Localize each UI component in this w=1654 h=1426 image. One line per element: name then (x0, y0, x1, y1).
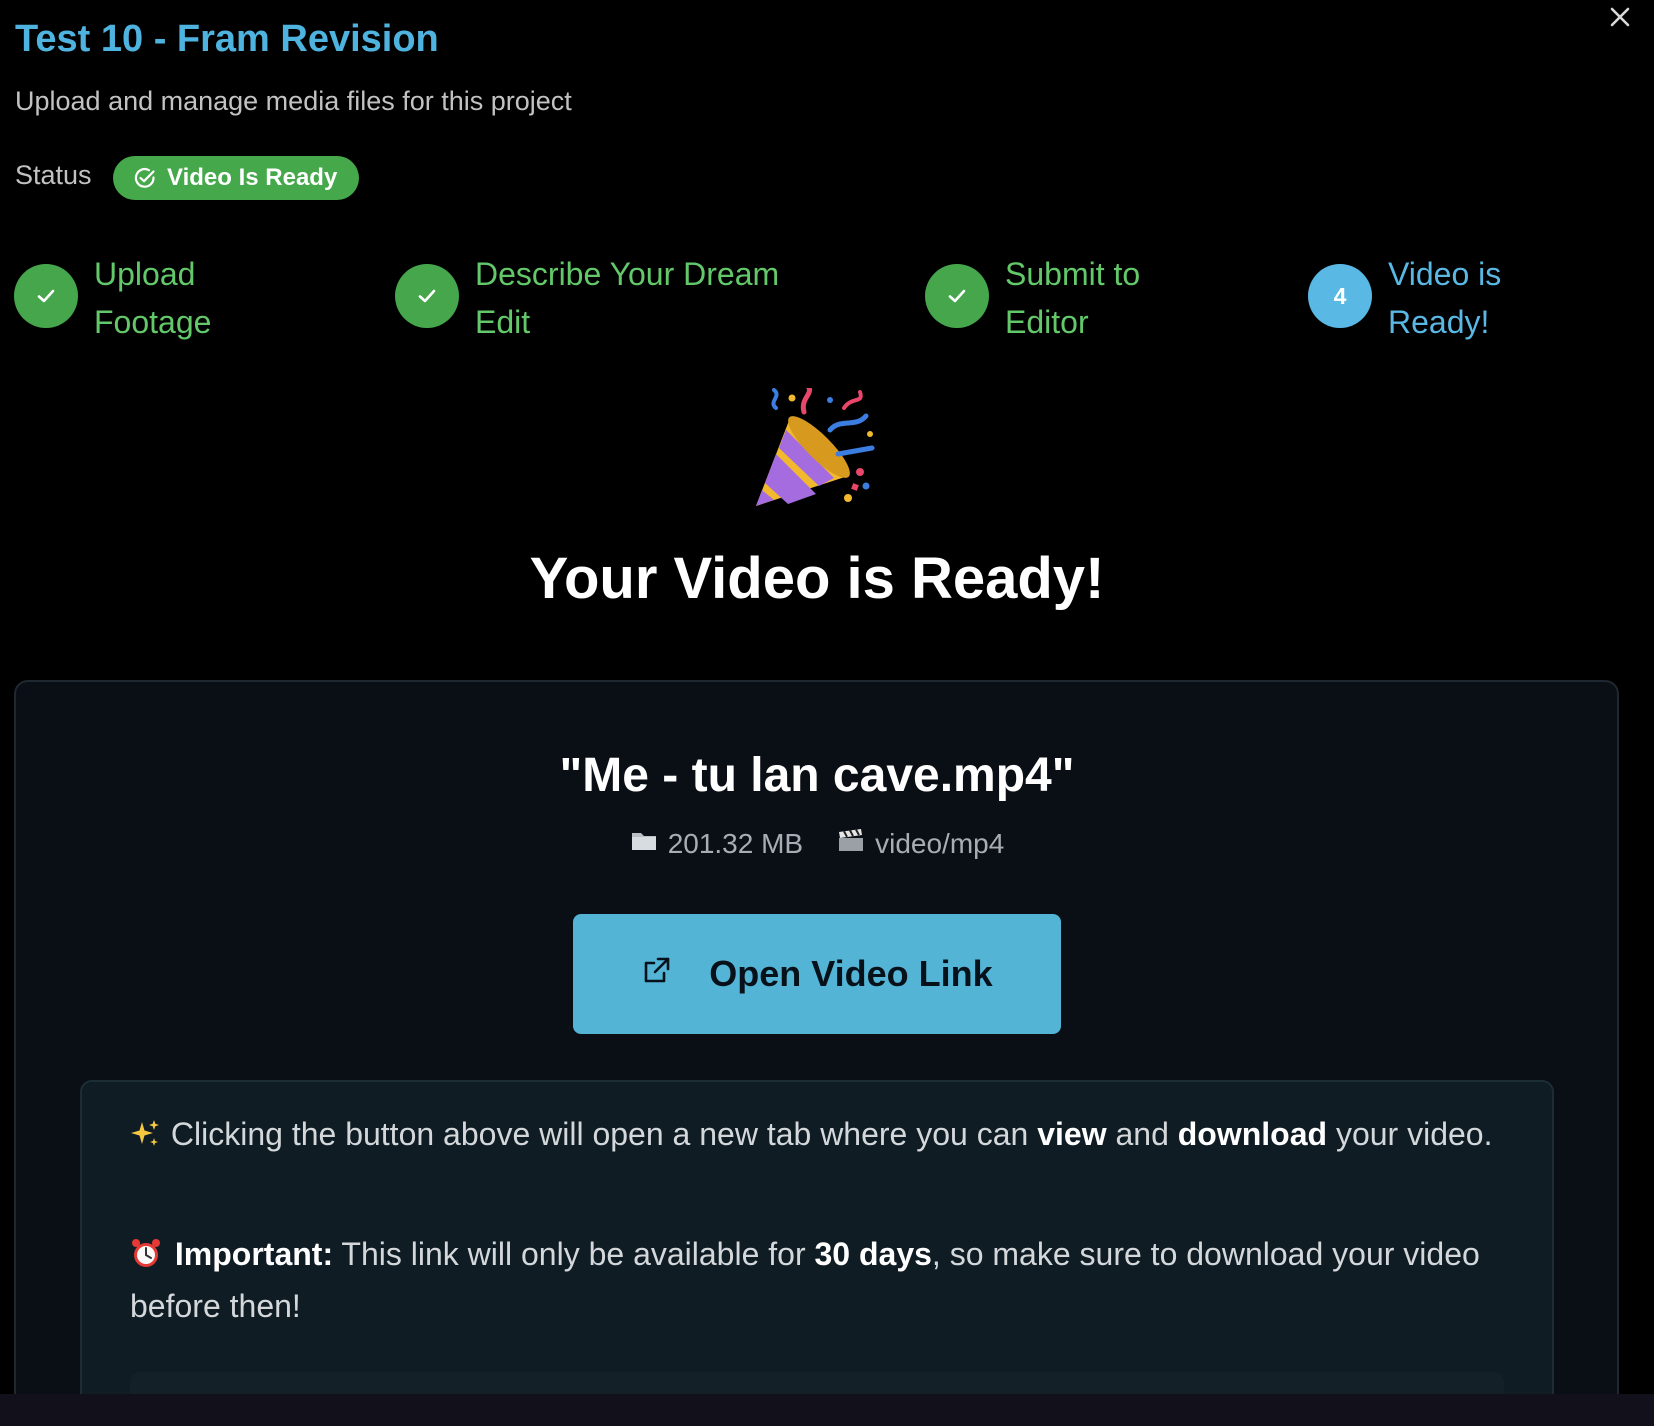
party-popper-icon (748, 383, 878, 518)
step-video-ready: 4 Video is Ready! (1308, 250, 1501, 346)
open-video-link-button[interactable]: Open Video Link (573, 914, 1061, 1034)
ready-heading: Your Video is Ready! (529, 546, 1105, 611)
modal-title: Test 10 - Fram Revision (15, 18, 439, 60)
close-icon[interactable] (1605, 2, 1635, 32)
step-describe-edit: Describe Your Dream Edit (395, 250, 779, 346)
status-badge-label: Video Is Ready (167, 164, 338, 191)
file-name: "Me - tu lan cave.mp4" (559, 749, 1075, 802)
step-number: 4 (1308, 264, 1372, 328)
file-size: 201.32 MB (667, 828, 804, 859)
step-upload-footage: Upload Footage (14, 250, 211, 346)
file-meta: 201.32 MB video/mp4 (0, 828, 1634, 860)
step-label-line1: Video is (1388, 256, 1502, 292)
step-label-line1: Submit to (1005, 256, 1141, 292)
check-icon (14, 264, 78, 328)
modal-subtitle: Upload and manage media files for this p… (15, 86, 572, 116)
info-view-download: Clicking the button above will open a ne… (130, 1110, 1510, 1162)
status-badge: Video Is Ready (113, 156, 360, 200)
clapperboard-icon (837, 828, 865, 860)
status-label: Status (15, 160, 92, 190)
step-label-line1: Describe Your Dream (475, 256, 780, 292)
check-circle-icon (133, 166, 157, 190)
step-label-line2: Ready! (1388, 304, 1490, 340)
step-label-line2: Editor (1005, 304, 1089, 340)
project-modal: Test 10 - Fram Revision Upload and manag… (0, 0, 1654, 1420)
step-label-line1: Upload (94, 256, 196, 292)
sparkles-icon (130, 1114, 162, 1162)
external-link-icon (641, 953, 673, 995)
check-icon (925, 264, 989, 328)
open-video-link-label: Open Video Link (709, 953, 993, 994)
window-bottom-bar (0, 1394, 1654, 1426)
check-icon (395, 264, 459, 328)
info-important: Important: This link will only be availa… (130, 1234, 1480, 1324)
file-type: video/mp4 (875, 828, 1005, 859)
alarm-clock-icon (130, 1234, 166, 1282)
step-label-line2: Footage (94, 304, 212, 340)
step-label-line2: Edit (475, 304, 531, 340)
step-submit-to-editor: Submit to Editor (925, 250, 1140, 346)
folder-icon (630, 828, 658, 860)
